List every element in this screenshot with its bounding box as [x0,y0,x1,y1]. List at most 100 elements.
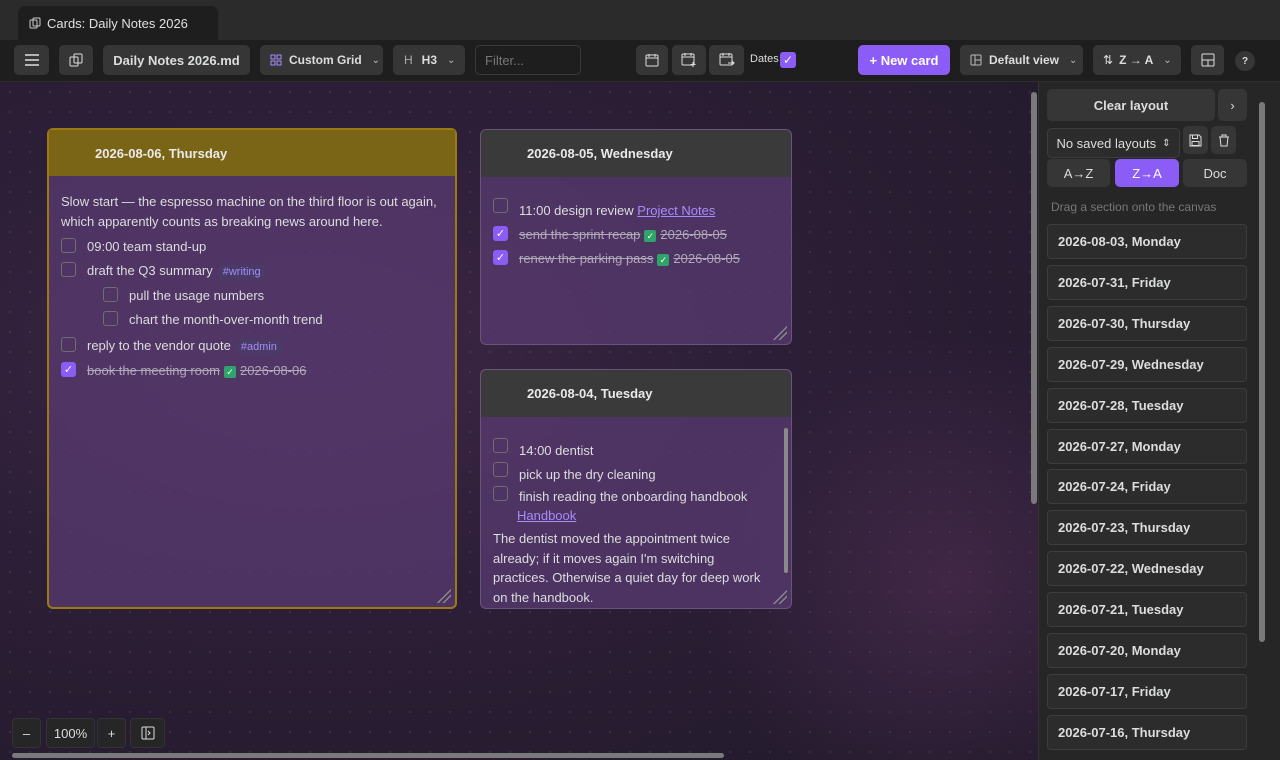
section-item[interactable]: 2026-07-28, Tuesday [1047,388,1247,423]
card-title[interactable]: 2026-08-04, Tuesday [481,370,791,417]
dates-label: Dates [750,53,779,65]
task-text: chart the month-over-month trend [129,312,323,327]
sidebar-scrollbar[interactable] [1259,102,1265,642]
task-checkbox[interactable]: ✓ [61,362,76,377]
section-item[interactable]: 2026-07-21, Tuesday [1047,592,1247,627]
cards-toggle-button[interactable] [59,45,93,75]
section-item[interactable]: 2026-07-20, Monday [1047,633,1247,668]
new-card-button[interactable]: + New card [858,45,950,75]
canvas-horizontal-scrollbar[interactable] [12,753,724,758]
zoom-in-button[interactable]: + [97,718,126,748]
section-item[interactable]: 2026-07-31, Friday [1047,265,1247,300]
calendar-range-button[interactable] [709,45,744,75]
menu-button[interactable] [14,45,49,75]
task-checkbox[interactable] [493,462,508,477]
task-item: pick up the dry cleaning [493,462,767,487]
task-checkbox[interactable] [493,198,508,213]
collapse-sidebar-button[interactable]: › [1218,89,1247,121]
task-checkbox[interactable] [61,337,76,352]
resize-handle[interactable] [771,588,787,604]
zoom-level[interactable]: 100% [46,718,95,748]
layout-icon [970,54,982,66]
resize-handle[interactable] [435,587,451,603]
task-text: 11:00 design review [519,203,634,218]
help-label: ? [1241,55,1249,67]
task-text: draft the Q3 summary [87,263,213,278]
sort-dropdown[interactable]: ⇅ Z → A ⌄ [1093,45,1181,75]
card-title[interactable]: 2026-08-06, Thursday [49,130,455,176]
section-item[interactable]: 2026-07-16, Thursday [1047,715,1247,750]
saved-layouts-select[interactable]: No saved layouts ⇕ [1047,128,1180,158]
tag-writing[interactable]: #writing [216,264,267,280]
tag-admin[interactable]: #admin [234,339,283,355]
task-text: pick up the dry cleaning [519,467,656,482]
help-button[interactable]: ? [1235,51,1255,71]
card-2026-08-04[interactable]: 2026-08-04, Tuesday 14:00 dentist pick u… [480,369,792,609]
task-item: ✓ renew the parking pass ✓ 2026-08-05 [493,247,779,271]
section-item[interactable]: 2026-07-27, Monday [1047,429,1247,464]
clear-layout-button[interactable]: Clear layout [1047,89,1215,121]
calendar-plus-icon [681,53,696,67]
task-checkbox[interactable]: ✓ [493,226,508,241]
chevron-down-icon: ⌄ [371,54,381,66]
section-item[interactable]: 2026-07-24, Friday [1047,469,1247,504]
task-text: 09:00 team stand-up [87,239,207,254]
sort-icon: ⇅ [1103,53,1114,67]
resize-handle[interactable] [771,324,787,340]
section-item[interactable]: 2026-07-22, Wednesday [1047,551,1247,586]
sidebar-toggle-button[interactable] [1191,45,1224,75]
task-text: renew the parking pass [519,251,654,266]
done-date: 2026-08-06 [239,363,307,378]
doc-order-button[interactable]: Doc [1183,159,1247,187]
tab-strip: Cards: Daily Notes 2026 [0,0,1280,40]
canvas[interactable]: 2026-08-06, Thursday Slow start — the es… [0,82,1038,760]
section-item[interactable]: 2026-07-29, Wednesday [1047,347,1247,382]
view-dropdown[interactable]: Default view ⌄ [960,45,1083,75]
delete-layout-button[interactable] [1211,126,1236,154]
section-item[interactable]: 2026-08-03, Monday [1047,224,1247,259]
calendar-arrow-icon [719,53,735,66]
task-item: 09:00 team stand-up [61,235,443,259]
file-name-button[interactable]: Daily Notes 2026.md [103,45,250,75]
fit-icon [141,726,154,740]
task-item: 11:00 design review Project Notes [493,198,779,223]
task-checkbox[interactable]: ✓ [493,250,508,265]
dates-checkbox[interactable]: ✓ [780,52,796,68]
card-scrollbar[interactable] [783,418,789,588]
task-checkbox[interactable] [493,438,508,453]
card-2026-08-06[interactable]: 2026-08-06, Thursday Slow start — the es… [47,128,457,609]
cards-icon [29,17,41,29]
heading-dropdown[interactable]: H H3 ⌄ [393,45,465,75]
sort-az-button[interactable]: A→Z [1047,159,1110,187]
link-handbook[interactable]: Handbook [517,508,576,523]
link-project-notes[interactable]: Project Notes [637,203,715,218]
task-checkbox[interactable] [103,287,118,302]
section-item[interactable]: 2026-07-17, Friday [1047,674,1247,709]
done-check-icon: ✓ [657,253,670,266]
task-text: finish reading the onboarding handbook [519,489,748,504]
task-checkbox[interactable] [61,262,76,277]
calendar-icon [645,54,659,67]
task-checkbox[interactable] [493,486,508,501]
calendar-add-button[interactable] [672,45,706,75]
task-text: book the meeting room [87,363,220,378]
save-layout-button[interactable] [1183,126,1208,154]
layout-label: Custom Grid [289,53,362,67]
filter-input[interactable]: Filter... [475,45,581,75]
task-text: send the sprint recap [519,227,641,242]
fit-view-button[interactable] [130,718,165,748]
clear-layout-label: Clear layout [1093,97,1169,113]
section-item[interactable]: 2026-07-30, Thursday [1047,306,1247,341]
canvas-vertical-scrollbar[interactable] [1031,92,1037,504]
card-title[interactable]: 2026-08-05, Wednesday [481,130,791,177]
layout-dropdown[interactable]: Custom Grid ⌄ [260,45,383,75]
card-2026-08-05[interactable]: 2026-08-05, Wednesday 11:00 design revie… [480,129,792,345]
done-check-icon: ✓ [223,365,236,378]
calendar-button[interactable] [636,45,668,75]
sort-za-button[interactable]: Z→A [1115,159,1179,187]
section-item[interactable]: 2026-07-23, Thursday [1047,510,1247,545]
task-checkbox[interactable] [61,238,76,253]
task-checkbox[interactable] [103,311,118,326]
tab-cards-daily-notes[interactable]: Cards: Daily Notes 2026 [18,6,218,40]
zoom-out-button[interactable]: – [12,718,41,748]
